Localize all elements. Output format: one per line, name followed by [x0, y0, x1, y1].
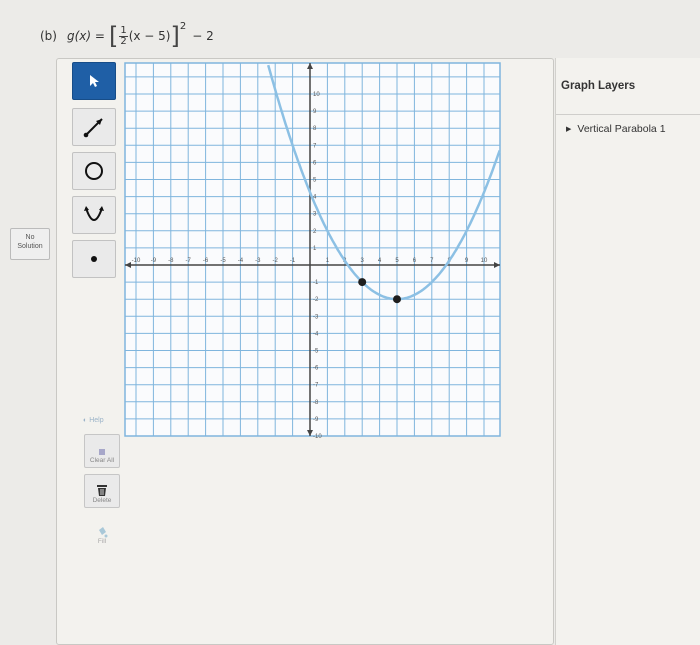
x-tick-label: -6 [203, 258, 209, 264]
y-tick-label: -8 [313, 400, 319, 406]
y-tick-label: -1 [313, 280, 319, 286]
y-tick-label: -6 [313, 366, 319, 372]
x-tick-label: -4 [238, 258, 244, 264]
x-tick-label: -9 [151, 258, 157, 264]
coordinate-graph[interactable]: -10 -9 -8 -7 -6 -5 -4 -3 -2 -1 1 2 3 4 5 6 7 8 9 1010987654… [0, 0, 700, 645]
y-tick-label: -3 [313, 314, 319, 320]
x-tick-label: -5 [220, 258, 226, 264]
x-tick-label: -8 [168, 258, 174, 264]
x-tick-label: -1 [290, 258, 296, 264]
y-tick-label: -7 [313, 383, 319, 389]
parabola-point [358, 278, 367, 287]
y-tick-label: -4 [313, 331, 319, 337]
x-tick-label: -7 [186, 258, 192, 264]
x-tick-label: -2 [273, 258, 279, 264]
vertex-point [393, 295, 401, 304]
x-tick-label: -3 [255, 258, 261, 264]
x-tick-label: -10 [132, 258, 141, 264]
y-tick-label: -2 [313, 297, 319, 303]
y-tick-label: 10 [313, 92, 320, 98]
y-tick-label: -10 [313, 434, 322, 440]
x-tick-label: 10 [481, 258, 488, 264]
y-tick-label: -9 [313, 417, 319, 423]
y-tick-label: -5 [313, 349, 319, 355]
